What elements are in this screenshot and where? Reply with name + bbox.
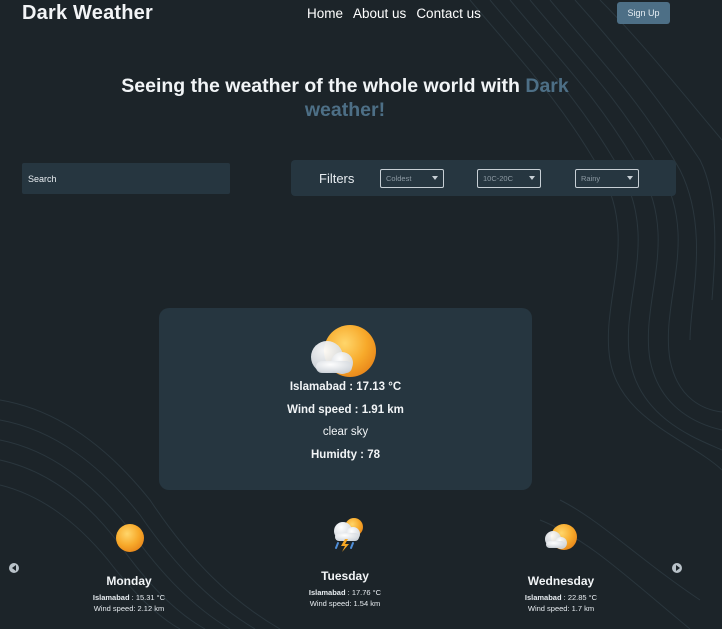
carousel-next-button[interactable] [672, 563, 682, 573]
forecast-city: Islamabad [92, 593, 130, 602]
current-description: clear sky [322, 426, 369, 439]
forecast-temp: 17.76 °C [351, 588, 382, 597]
hero-heading: Seeing the weather of the whole world wi… [110, 74, 580, 122]
sun-cloud-icon [545, 524, 577, 550]
sun-icon [116, 524, 144, 552]
chevron-right-icon [675, 565, 680, 571]
current-weather-card: Islamabad : 17.13 °C Wind speed : 1.91 k… [159, 308, 532, 490]
nav-about-us[interactable]: About us [353, 6, 406, 21]
hero-heading-main: Seeing the weather of the whole world wi… [121, 75, 526, 97]
caret-down-icon [529, 176, 535, 180]
forecast-city: Islamabad [524, 593, 562, 602]
temperature-range-select[interactable]: 10C-20C [477, 169, 541, 188]
caret-down-icon [432, 176, 438, 180]
select-value: 10C-20C [483, 174, 514, 183]
current-humidity: Humidty : 78 [310, 449, 380, 462]
forecast-temp: 15.31 °C [135, 593, 166, 602]
caret-down-icon [627, 176, 633, 180]
sun-cloud-icon [311, 325, 376, 377]
forecast-wind: Wind speed: 1.7 km [527, 604, 595, 613]
select-value: Rainy [581, 174, 601, 183]
temperature-order-select[interactable]: Coldest [380, 169, 444, 188]
storm-icon [334, 518, 363, 552]
sign-up-button[interactable]: Sign Up [617, 2, 670, 24]
filters-bar: Filters Coldest 10C-20C Rainy [291, 160, 676, 196]
brand-logo[interactable]: Dark Weather [22, 2, 153, 25]
forecast-day-name: Tuesday [321, 569, 369, 583]
forecast-city: Islamabad [308, 588, 346, 597]
current-wind-speed: Wind speed : 1.91 km [287, 403, 404, 416]
filters-label: Filters [319, 171, 355, 186]
forecast-day-tuesday[interactable]: Tuesday Islamabad : 17.76 °C Wind speed:… [275, 515, 415, 609]
select-value: Coldest [386, 174, 412, 183]
nav-contact-us[interactable]: Contact us [416, 6, 481, 21]
forecast-day-wednesday[interactable]: Wednesday Islamabad : 22.85 °C Wind spee… [491, 520, 631, 614]
forecast-day-name: Monday [106, 574, 152, 588]
forecast-wind: Wind speed: 1.54 km [309, 599, 381, 608]
forecast-day-name: Wednesday [527, 574, 595, 588]
current-location-temp: Islamabad : 17.13 °C [289, 381, 402, 393]
forecast-wind: Wind speed: 2.12 km [93, 604, 165, 613]
forecast-day-monday[interactable]: Monday Islamabad : 15.31 °C Wind speed: … [59, 520, 199, 614]
chevron-left-icon [11, 565, 16, 571]
nav-home[interactable]: Home [307, 6, 343, 21]
condition-select[interactable]: Rainy [575, 169, 639, 188]
forecast-temp: 22.85 °C [567, 593, 598, 602]
carousel-prev-button[interactable] [9, 563, 19, 573]
search-input[interactable] [22, 163, 230, 194]
main-nav: Home About us Contact us [307, 6, 481, 21]
